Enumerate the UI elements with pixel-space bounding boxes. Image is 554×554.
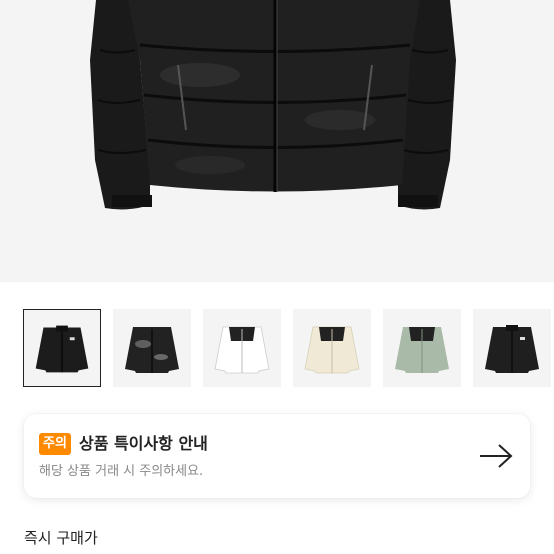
puffer-jacket-image: [0, 0, 554, 282]
thumbnail-white[interactable]: [203, 309, 281, 387]
product-notice-card[interactable]: 주의 상품 특이사항 안내 해당 상품 거래 시 주의하세요.: [24, 414, 530, 498]
thumbnail-sage-green[interactable]: [383, 309, 461, 387]
instant-buy-price-label: 즉시 구매가: [24, 529, 98, 547]
thumbnail-strip: [0, 309, 554, 389]
notice-title: 상품 특이사항 안내: [79, 434, 208, 453]
thumbnail-black-alt[interactable]: [473, 309, 551, 387]
thumbnail-cream[interactable]: [293, 309, 371, 387]
product-image[interactable]: [0, 0, 554, 282]
warning-badge: 주의: [39, 433, 71, 455]
thumbnail-black[interactable]: [23, 309, 101, 387]
notice-subtitle: 해당 상품 거래 시 주의하세요.: [39, 464, 204, 479]
thumbnail-black-shiny[interactable]: [113, 309, 191, 387]
arrow-right-icon[interactable]: [478, 442, 514, 470]
